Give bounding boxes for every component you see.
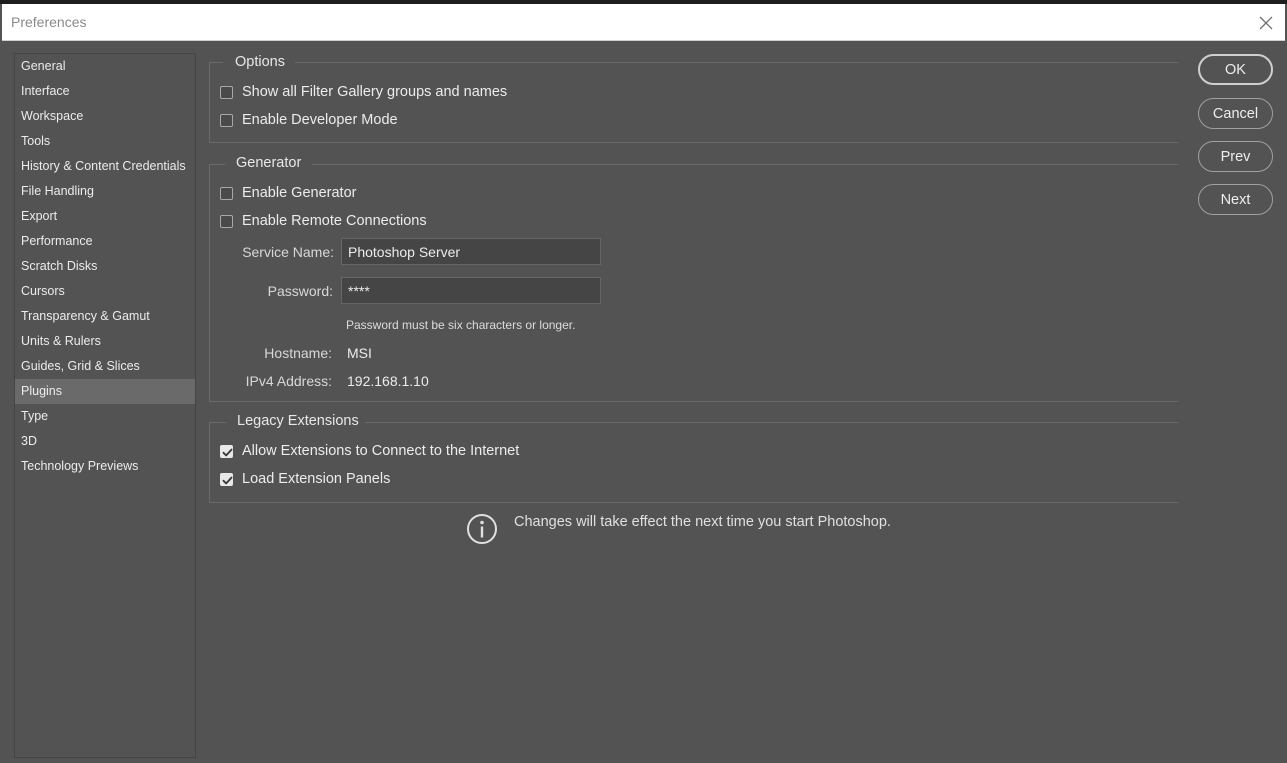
sidebar-item-cursors[interactable]: Cursors <box>15 279 195 304</box>
enable-generator-checkbox[interactable]: Enable Generator <box>220 183 356 203</box>
info-icon <box>467 514 497 544</box>
checkbox-box[interactable] <box>220 472 233 486</box>
legacy-extensions-legend: Legacy Extensions <box>237 413 359 429</box>
checkbox-box[interactable] <box>220 113 233 127</box>
sidebar-item-plugins[interactable]: Plugins <box>15 379 195 404</box>
sidebar-item-technology-previews[interactable]: Technology Previews <box>15 454 195 479</box>
sidebar-item-3d[interactable]: 3D <box>15 429 195 454</box>
sidebar-item-label: Scratch Disks <box>21 259 98 273</box>
service-name-input[interactable] <box>341 238 601 265</box>
sidebar-item-general[interactable]: General <box>15 54 195 79</box>
options-group: Options Show all Filter Gallery groups a… <box>209 53 1178 143</box>
hostname-label: Hostname: <box>264 345 332 361</box>
ipv4-address-value: 192.168.1.10 <box>347 373 429 389</box>
close-button[interactable] <box>1253 10 1279 36</box>
checkbox-label: Enable Developer Mode <box>242 112 398 128</box>
sidebar-item-label: 3D <box>21 434 37 448</box>
sidebar-item-workspace[interactable]: Workspace <box>15 104 195 129</box>
checkbox-box[interactable] <box>220 444 233 458</box>
restart-notice: Changes will take effect the next time y… <box>466 513 891 545</box>
checkbox-label: Show all Filter Gallery groups and names <box>242 84 508 100</box>
sidebar-item-label: Interface <box>21 84 70 98</box>
next-button[interactable]: Next <box>1198 184 1273 215</box>
preferences-category-list: General Interface Workspace Tools Histor… <box>14 53 196 758</box>
sidebar-item-label: Plugins <box>21 384 62 398</box>
hostname-value: MSI <box>347 345 372 361</box>
sidebar-item-scratch-disks[interactable]: Scratch Disks <box>15 254 195 279</box>
checkbox-label: Enable Remote Connections <box>242 213 427 229</box>
sidebar-item-label: File Handling <box>21 184 94 198</box>
sidebar-item-export[interactable]: Export <box>15 204 195 229</box>
generator-legend: Generator <box>236 155 302 171</box>
legacy-extensions-group: Legacy Extensions Allow Extensions to Co… <box>209 412 1178 503</box>
password-label: Password: <box>267 283 333 299</box>
sidebar-item-label: Technology Previews <box>21 459 139 473</box>
sidebar-item-label: Transparency & Gamut <box>21 309 150 323</box>
sidebar-item-label: History & Content Credentials <box>21 159 186 173</box>
sidebar-item-file-handling[interactable]: File Handling <box>15 179 195 204</box>
service-name-label: Service Name: <box>242 244 334 260</box>
sidebar-item-performance[interactable]: Performance <box>15 229 195 254</box>
cancel-button[interactable]: Cancel <box>1198 98 1273 129</box>
checkmark-icon <box>222 476 233 484</box>
checkbox-label: Load Extension Panels <box>242 471 391 487</box>
sidebar-item-history-content-credentials[interactable]: History & Content Credentials <box>15 154 195 179</box>
sidebar-item-label: Type <box>21 409 49 423</box>
sidebar-item-label: Guides, Grid & Slices <box>21 359 140 373</box>
sidebar-item-label: Workspace <box>21 109 84 123</box>
load-extension-panels-checkbox[interactable]: Load Extension Panels <box>220 469 390 489</box>
sidebar-item-label: Cursors <box>21 284 65 298</box>
window-title: Preferences <box>11 14 87 30</box>
ipv4-address-label: IPv4 Address: <box>245 373 332 389</box>
checkbox-box[interactable] <box>220 186 233 200</box>
password-hint: Password must be six characters or longe… <box>346 318 576 332</box>
title-bar: Preferences <box>2 4 1285 41</box>
checkbox-box[interactable] <box>220 85 233 99</box>
sidebar-item-units-rulers[interactable]: Units & Rulers <box>15 329 195 354</box>
options-legend: Options <box>235 54 285 70</box>
checkmark-icon <box>222 448 233 456</box>
sidebar-item-type[interactable]: Type <box>15 404 195 429</box>
enable-remote-connections-checkbox[interactable]: Enable Remote Connections <box>220 211 427 231</box>
sidebar-item-label: Export <box>21 209 58 223</box>
close-icon <box>1259 16 1273 30</box>
password-input[interactable] <box>341 277 601 304</box>
prev-button[interactable]: Prev <box>1198 141 1273 172</box>
sidebar-item-label: Units & Rulers <box>21 334 101 348</box>
developer-mode-checkbox[interactable]: Enable Developer Mode <box>220 110 398 130</box>
checkbox-box[interactable] <box>220 214 233 228</box>
checkbox-label: Allow Extensions to Connect to the Inter… <box>242 443 520 459</box>
sidebar-item-transparency-gamut[interactable]: Transparency & Gamut <box>15 304 195 329</box>
sidebar-item-interface[interactable]: Interface <box>15 79 195 104</box>
restart-notice-text: Changes will take effect the next time y… <box>514 514 891 530</box>
sidebar-item-label: General <box>21 59 66 73</box>
show-filter-gallery-checkbox[interactable]: Show all Filter Gallery groups and names <box>220 82 507 102</box>
sidebar-item-label: Tools <box>21 134 51 148</box>
sidebar-item-guides-grid-slices[interactable]: Guides, Grid & Slices <box>15 354 195 379</box>
checkbox-label: Enable Generator <box>242 185 357 201</box>
sidebar-item-tools[interactable]: Tools <box>15 129 195 154</box>
connect-internet-checkbox[interactable]: Allow Extensions to Connect to the Inter… <box>220 441 519 461</box>
ok-button[interactable]: OK <box>1198 54 1273 85</box>
sidebar-item-label: Performance <box>21 234 93 248</box>
